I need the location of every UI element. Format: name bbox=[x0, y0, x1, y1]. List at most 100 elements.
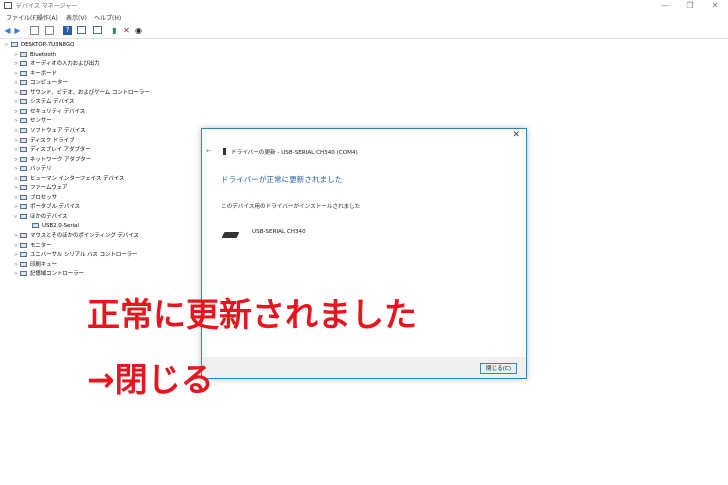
menu-help[interactable]: ヘルプ(H) bbox=[94, 13, 121, 22]
device-category-icon bbox=[20, 118, 27, 124]
title-bar: デバイス マネージャー — ❐ ✕ bbox=[0, 0, 728, 12]
tree-item-label: バッテリ bbox=[30, 166, 52, 173]
tree-item[interactable]: > ヒューマン インターフェイス デバイス bbox=[14, 175, 124, 184]
back-icon[interactable]: ◀ bbox=[3, 26, 12, 35]
device-category-icon bbox=[20, 108, 27, 114]
tree-item-label: オーディオの入力および出力 bbox=[30, 61, 100, 68]
tree-item-label: マウスとそのほかのポインティング デバイス bbox=[30, 233, 139, 239]
tree-item[interactable]: > マウスとそのほかのポインティング デバイス bbox=[14, 232, 139, 241]
annotation-success: 正常に更新されました bbox=[87, 295, 417, 334]
device-category-icon bbox=[20, 89, 27, 95]
tree-item[interactable]: > Bluetooth bbox=[14, 51, 56, 60]
tree-item[interactable]: > ユニバーサル シリアル バス コントローラー bbox=[14, 251, 137, 260]
window-title: デバイス マネージャー bbox=[16, 3, 78, 10]
menu-view[interactable]: 表示(V) bbox=[66, 13, 87, 22]
back-arrow-icon[interactable]: ← bbox=[206, 147, 212, 155]
tree-item-label: ほかのデバイス bbox=[30, 213, 68, 220]
tree-item[interactable]: > ディスプレイ アダプター bbox=[14, 146, 91, 155]
device-category-icon bbox=[20, 252, 27, 258]
device-category-icon bbox=[20, 242, 27, 248]
scan-icon[interactable] bbox=[93, 26, 102, 34]
tree-item[interactable]: USB2.0-Serial bbox=[26, 222, 79, 231]
tree-item[interactable]: > コンピューター bbox=[14, 79, 68, 88]
dialog-close-icon[interactable]: ✕ bbox=[512, 130, 520, 140]
minimize-button[interactable]: — bbox=[655, 0, 675, 12]
tree-item-label: センサー bbox=[30, 118, 52, 125]
close-window-button[interactable]: ✕ bbox=[705, 0, 725, 12]
dialog-message: このデバイス用のドライバーがインストールされました bbox=[221, 204, 361, 210]
tree-item-label: プロセッサ bbox=[30, 194, 57, 201]
device-category-icon bbox=[20, 156, 27, 162]
menu-action[interactable]: 操作(A) bbox=[37, 13, 58, 22]
tree-item[interactable]: > バッテリ bbox=[14, 165, 52, 174]
tree-item[interactable]: > キーボード bbox=[14, 70, 57, 79]
tree-root[interactable]: v DESKTOP-7U3N8GQ bbox=[5, 41, 74, 50]
tree-item[interactable]: > プロセッサ bbox=[14, 194, 57, 203]
tree-item-label: ディスプレイ アダプター bbox=[30, 147, 91, 154]
device-category-icon bbox=[20, 166, 27, 172]
device-category-icon bbox=[20, 70, 27, 76]
device-name: USB-SERIAL CH340 bbox=[252, 229, 306, 235]
computer-icon bbox=[11, 42, 18, 47]
usb-device-icon bbox=[223, 148, 226, 155]
tree-item[interactable]: > ポータブル デバイス bbox=[14, 203, 80, 212]
annotation-close: →閉じる bbox=[87, 360, 214, 399]
menu-bar: ファイル(F) 操作(A) 表示(V) ヘルプ(H) bbox=[0, 12, 728, 23]
device-category-icon bbox=[20, 213, 27, 219]
device-category-icon bbox=[20, 147, 27, 153]
tree-item-label: ファームウェア bbox=[30, 185, 68, 192]
device-category-icon bbox=[20, 137, 27, 143]
tree-item[interactable]: > ソフトウェア デバイス bbox=[14, 127, 85, 136]
tree-item-label: ポータブル デバイス bbox=[30, 204, 81, 211]
tree-item[interactable]: v ほかのデバイス bbox=[14, 213, 68, 222]
tree-item[interactable]: > システム デバイス bbox=[14, 98, 75, 107]
update-icon[interactable]: ▮ bbox=[110, 26, 119, 35]
tree-item-label: Bluetooth bbox=[30, 51, 57, 58]
uninstall-icon[interactable]: ✕ bbox=[122, 26, 131, 35]
tree-item-label: システム デバイス bbox=[30, 99, 75, 106]
tree-item[interactable]: > センサー bbox=[14, 117, 52, 126]
tree-item[interactable]: > 記憶域コントローラー bbox=[14, 270, 84, 279]
tree-item-label: 記憶域コントローラー bbox=[30, 271, 84, 278]
dialog-title: ドライバーの更新 - USB-SERIAL CH340 (COM4) bbox=[231, 150, 358, 156]
tree-item[interactable]: > サウンド、ビデオ、およびゲーム コントローラー bbox=[14, 89, 150, 98]
tree-item[interactable]: > 印刷キュー bbox=[14, 261, 57, 270]
device-category-icon bbox=[20, 99, 27, 105]
serial-adapter-icon bbox=[221, 232, 240, 238]
tree-item-label: ヒューマン インターフェイス デバイス bbox=[30, 175, 125, 182]
disable-icon[interactable]: ◉ bbox=[134, 26, 143, 35]
tree-item-label: 印刷キュー bbox=[30, 261, 57, 268]
tree-item[interactable]: > セキュリティ デバイス bbox=[14, 108, 85, 117]
tree-item-label: コンピューター bbox=[30, 80, 68, 87]
close-button[interactable]: 閉じる(C) bbox=[480, 363, 517, 374]
tree-item[interactable]: > オーディオの入力および出力 bbox=[14, 60, 100, 69]
view-icon[interactable] bbox=[45, 26, 54, 35]
tree-item[interactable]: > モニター bbox=[14, 242, 52, 251]
tree-item[interactable]: > ネットワーク アダプター bbox=[14, 156, 91, 165]
device-category-icon bbox=[20, 127, 27, 133]
device-category-icon bbox=[20, 80, 27, 86]
device-category-icon bbox=[20, 194, 27, 200]
device-category-icon bbox=[20, 233, 27, 238]
tree-item[interactable]: > ディスク ドライブ bbox=[14, 137, 74, 146]
tree-item[interactable]: > ファームウェア bbox=[14, 184, 68, 193]
tree-item-label: モニター bbox=[30, 242, 52, 249]
forward-icon[interactable]: ▶ bbox=[13, 26, 22, 35]
device-category-icon bbox=[20, 261, 27, 267]
menu-file[interactable]: ファイル(F) bbox=[6, 13, 38, 22]
device-manager-icon bbox=[4, 2, 12, 9]
driver-update-dialog: ✕ ← ドライバーの更新 - USB-SERIAL CH340 (COM4) ド… bbox=[201, 128, 527, 379]
device-category-icon bbox=[20, 185, 27, 191]
device-category-icon bbox=[20, 271, 27, 277]
toolbar: ◀ ▶ ? ▮ ✕ ◉ bbox=[0, 24, 728, 39]
dialog-heading: ドライバーが正常に更新されました bbox=[221, 175, 343, 184]
tree-item-label: セキュリティ デバイス bbox=[30, 108, 86, 115]
device-category-icon bbox=[20, 204, 27, 210]
dialog-footer: 閉じる(C) bbox=[202, 357, 526, 378]
help-icon[interactable]: ? bbox=[63, 26, 72, 35]
device-category-icon bbox=[32, 223, 39, 229]
maximize-button[interactable]: ❐ bbox=[680, 0, 700, 12]
device-category-icon bbox=[20, 61, 27, 67]
monitor-icon[interactable] bbox=[77, 26, 86, 34]
properties-icon[interactable] bbox=[30, 26, 39, 35]
